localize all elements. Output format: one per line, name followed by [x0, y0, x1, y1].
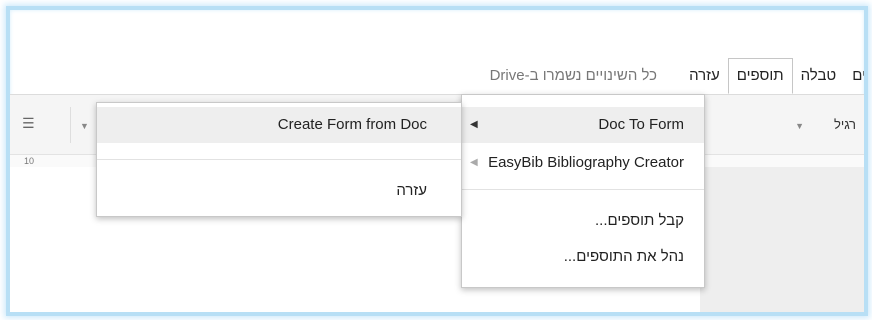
- menu-item-help[interactable]: עזרה: [681, 58, 728, 94]
- addons-dropdown-menu: Doc To Form ◀ EasyBib Bibliography Creat…: [461, 94, 705, 288]
- menu-separator: [462, 189, 704, 190]
- ruler-mark: 10: [24, 156, 35, 166]
- menu-item-label: EasyBib Bibliography Creator: [488, 154, 684, 171]
- menu-item-label: Doc To Form: [598, 116, 684, 133]
- menu-item-label: Create Form from Doc: [277, 116, 427, 133]
- document-margin: [700, 167, 864, 312]
- menu-item-create-form[interactable]: Create Form from Doc: [97, 107, 461, 143]
- toolbar-divider: [70, 107, 71, 143]
- menu-item-label: נהל את התוספים...: [563, 248, 684, 265]
- menu-item-addons[interactable]: תוספים: [727, 58, 793, 94]
- numbered-list-icon[interactable]: ☰: [22, 115, 35, 132]
- chevron-down-icon[interactable]: ▼: [80, 121, 89, 131]
- menu-item-tools[interactable]: ים: [844, 58, 864, 94]
- menu-item-doc-to-form[interactable]: Doc To Form ◀: [462, 107, 704, 143]
- menu-item-label: עזרה: [396, 182, 427, 199]
- chevron-down-icon[interactable]: ▼: [795, 121, 804, 131]
- menu-item-easybib[interactable]: EasyBib Bibliography Creator ◀: [462, 145, 704, 181]
- submenu-arrow-icon: ◀: [470, 119, 478, 130]
- menu-item-get-addons[interactable]: קבל תוספים...: [462, 203, 704, 239]
- submenu-arrow-icon: ◀: [470, 157, 478, 168]
- screenshot-frame: ים טבלה תוספים עזרה כל השינויים נשמרו ב-…: [6, 6, 868, 316]
- doc-to-form-submenu: Create Form from Doc עזרה: [96, 102, 462, 217]
- menu-item-label: קבל תוספים...: [594, 212, 684, 229]
- menu-item-manage-addons[interactable]: נהל את התוספים...: [462, 239, 704, 275]
- menu-bar: ים טבלה תוספים עזרה כל השינויים נשמרו ב-…: [10, 58, 864, 94]
- menu-separator: [97, 159, 461, 160]
- save-status: כל השינויים נשמרו ב-Drive: [489, 67, 658, 84]
- menu-item-help[interactable]: עזרה: [97, 173, 461, 209]
- menu-item-table[interactable]: טבלה: [793, 58, 845, 94]
- paragraph-style-select[interactable]: רגיל: [834, 117, 856, 132]
